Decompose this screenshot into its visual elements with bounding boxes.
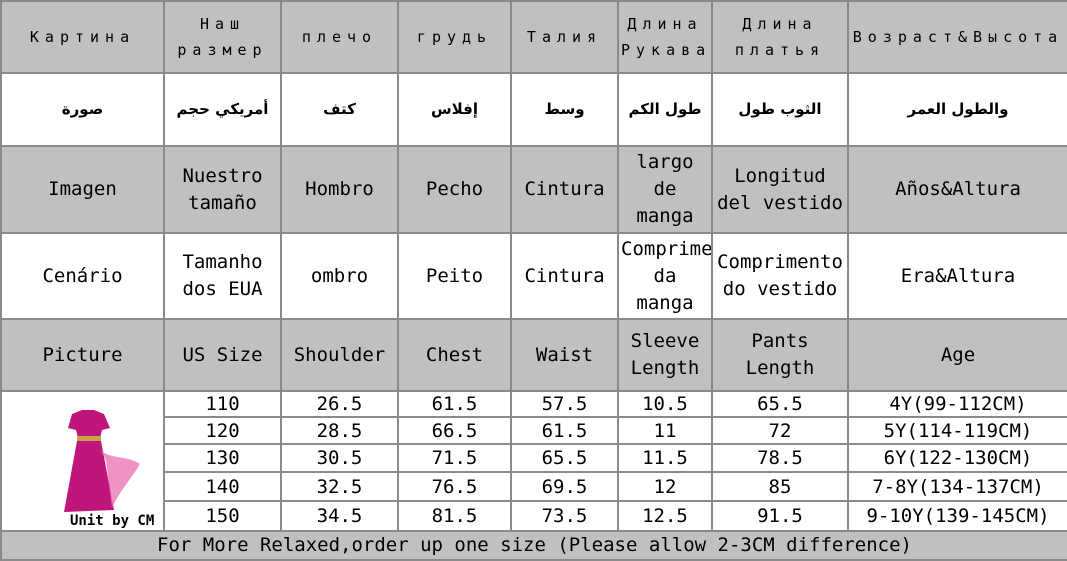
header-cell: والطول العمر: [847, 72, 1067, 147]
header-cell: US Size: [163, 318, 282, 392]
header-cell: وسط: [510, 72, 619, 147]
data-cell: 9-10Y(139-145CM): [847, 500, 1067, 532]
header-cell: Cenário: [0, 232, 165, 320]
header-cell: Cintura: [510, 145, 619, 234]
unit-label: Unit by CM: [70, 513, 155, 529]
data-cell: 140: [163, 471, 282, 502]
header-row-en: Picture US Size Shoulder Chest Waist Sleeve L…: [0, 318, 1067, 392]
header-cell: ombro: [280, 232, 399, 320]
data-cell: 11: [617, 416, 713, 445]
header-cell: Imagen: [0, 145, 165, 234]
data-cell: 57.5: [510, 390, 619, 418]
header-cell: Tamanho dos EUA: [163, 232, 282, 320]
header-cell: Pants Length: [711, 318, 849, 392]
header-cell: Nuestro tamaño: [163, 145, 282, 234]
data-cell: 85: [711, 471, 849, 502]
header-cell: Peito: [397, 232, 512, 320]
header-cell: Años&Altura: [847, 145, 1067, 234]
data-cell: 30.5: [280, 443, 399, 473]
data-cell: 150: [163, 500, 282, 532]
header-cell: Shoulder: [280, 318, 399, 392]
data-cell: 5Y(114-119CM): [847, 416, 1067, 445]
header-cell: Era&Altura: [847, 232, 1067, 320]
product-picture-cell: Unit by CM: [0, 390, 165, 532]
data-cell: 6Y(122-130CM): [847, 443, 1067, 473]
data-cell: 61.5: [397, 390, 512, 418]
data-cell: 65.5: [510, 443, 619, 473]
header-cell: Hombro: [280, 145, 399, 234]
header-cell: Cintura: [510, 232, 619, 320]
data-cell: 71.5: [397, 443, 512, 473]
header-cell: Chest: [397, 318, 512, 392]
header-cell: плечо: [280, 0, 399, 74]
header-cell: largo de manga: [617, 145, 713, 234]
header-cell: Picture: [0, 318, 165, 392]
data-cell: 12: [617, 471, 713, 502]
header-cell: طول الكم: [617, 72, 713, 147]
data-cell: 73.5: [510, 500, 619, 532]
header-cell: Longitud del vestido: [711, 145, 849, 234]
dress-image: [64, 410, 140, 512]
data-cell: 34.5: [280, 500, 399, 532]
data-cell: 65.5: [711, 390, 849, 418]
header-cell: Возраст&Высота: [847, 0, 1067, 74]
header-cell: Наш размер: [163, 0, 282, 74]
data-cell: 81.5: [397, 500, 512, 532]
header-cell: Талия: [510, 0, 619, 74]
data-cell: 61.5: [510, 416, 619, 445]
data-cell: 69.5: [510, 471, 619, 502]
header-cell: Картина: [0, 0, 165, 74]
header-cell: Sleeve Length: [617, 318, 713, 392]
header-cell: Comprimento do vestido: [711, 232, 849, 320]
header-cell: إفلاس: [397, 72, 512, 147]
data-cell: 72: [711, 416, 849, 445]
data-cell: 11.5: [617, 443, 713, 473]
header-row-ar: صورة أمريكي حجم كتف إفلاس وسط طول الكم الثوب ط…: [0, 72, 1067, 147]
header-cell: صورة: [0, 72, 165, 147]
table-row: Unit by CM 110 26.5 61.5 57.5 10.5 65.5 4Y(99-1…: [0, 390, 1067, 532]
data-cell: 26.5: [280, 390, 399, 418]
header-cell: Age: [847, 318, 1067, 392]
header-cell: Waist: [510, 318, 619, 392]
data-cell: 32.5: [280, 471, 399, 502]
data-cell: 130: [163, 443, 282, 473]
data-cell: 78.5: [711, 443, 849, 473]
header-cell: Comprimento da manga: [617, 232, 713, 320]
data-cell: 12.5: [617, 500, 713, 532]
header-cell: الثوب طول: [711, 72, 849, 147]
data-cell: 120: [163, 416, 282, 445]
header-row-es: Imagen Nuestro tamaño Hombro Pecho Cintura la…: [0, 145, 1067, 234]
header-cell: أمريكي حجم: [163, 72, 282, 147]
data-cell: 10.5: [617, 390, 713, 418]
data-cell: 110: [163, 390, 282, 418]
header-cell: грудь: [397, 0, 512, 74]
header-row-ru: Картина Наш размер плечо грудь Талия Длина Ру…: [0, 0, 1067, 74]
footer-note: For More Relaxed,order up one size (Plea…: [0, 530, 1067, 561]
data-cell: 91.5: [711, 500, 849, 532]
header-cell: Длина Рукава: [617, 0, 713, 74]
header-row-pt: Cenário Tamanho dos EUA ombro Peito Cintura C…: [0, 232, 1067, 320]
data-cell: 76.5: [397, 471, 512, 502]
data-cell: 4Y(99-112CM): [847, 390, 1067, 418]
header-cell: كتف: [280, 72, 399, 147]
data-cell: 66.5: [397, 416, 512, 445]
data-cell: 7-8Y(134-137CM): [847, 471, 1067, 502]
header-cell: Длина платья: [711, 0, 849, 74]
size-chart-table: Картина Наш размер плечо грудь Талия Длина Ру…: [0, 0, 1067, 561]
header-cell: Pecho: [397, 145, 512, 234]
data-cell: 28.5: [280, 416, 399, 445]
